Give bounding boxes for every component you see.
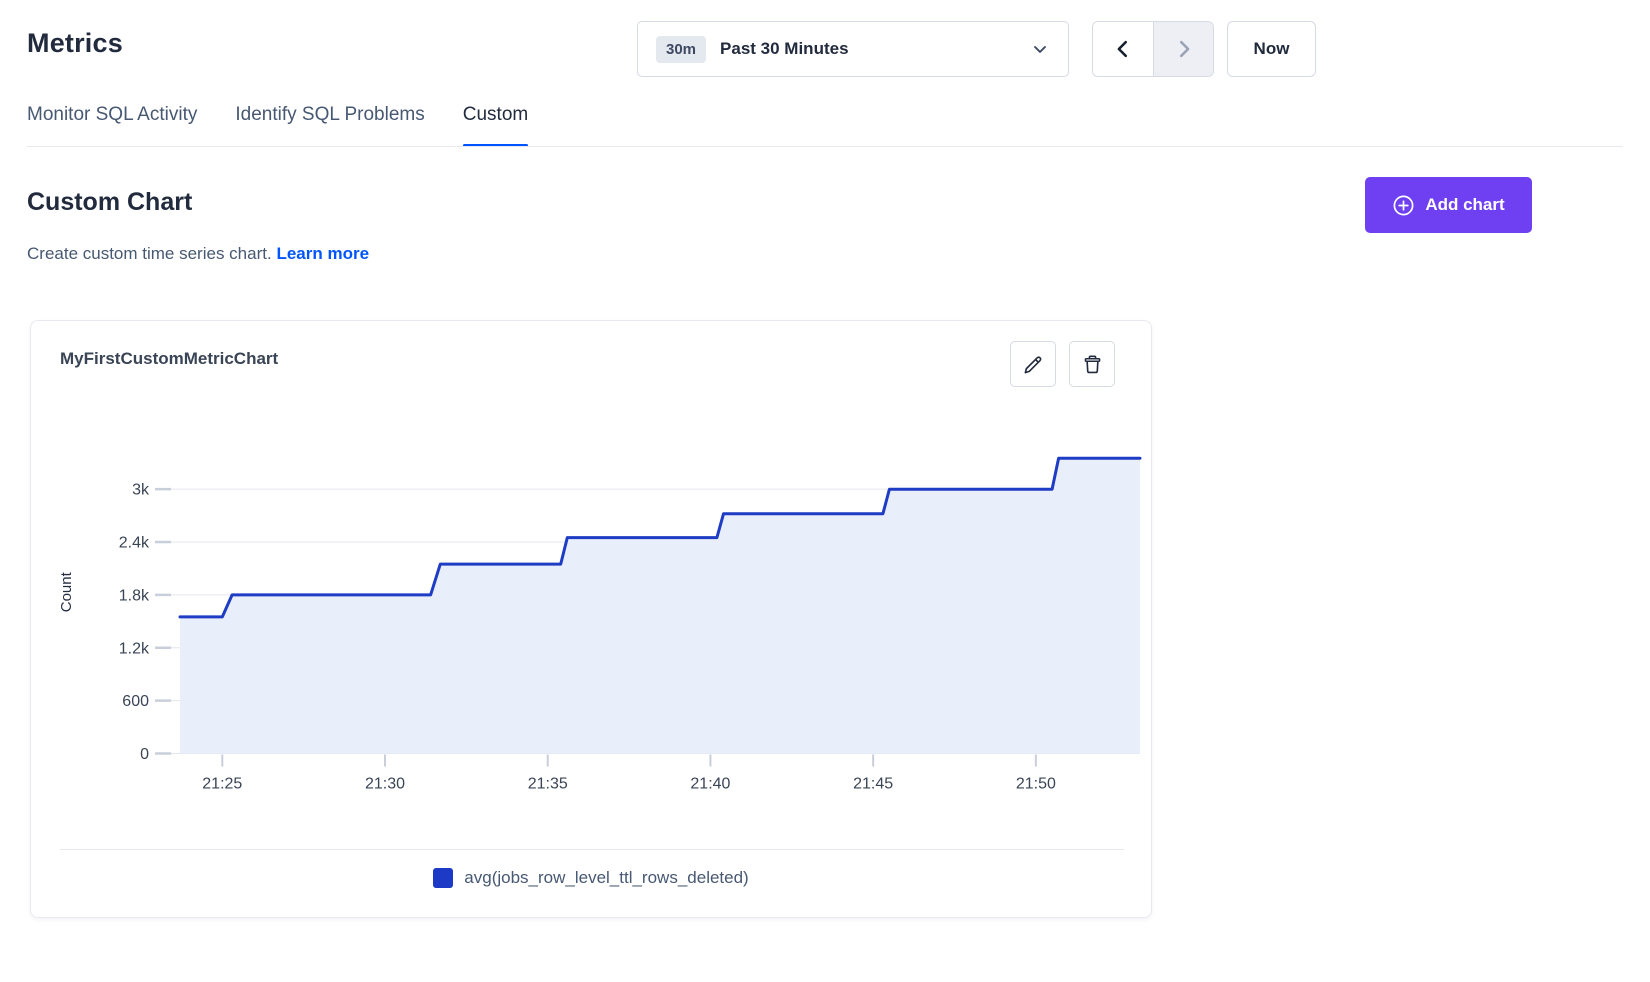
chart-title: MyFirstCustomMetricChart <box>60 349 278 369</box>
plus-circle-icon <box>1392 194 1415 217</box>
svg-text:1.8k: 1.8k <box>119 587 150 604</box>
add-chart-label: Add chart <box>1425 195 1504 215</box>
svg-text:2.4k: 2.4k <box>119 535 150 552</box>
svg-text:600: 600 <box>122 693 149 710</box>
add-chart-button[interactable]: Add chart <box>1365 177 1532 233</box>
tab-identify-sql-problems[interactable]: Identify SQL Problems <box>235 104 424 146</box>
tab-bar: Monitor SQL Activity Identify SQL Proble… <box>27 104 528 146</box>
previous-range-button[interactable] <box>1093 22 1153 76</box>
chevron-down-icon <box>1030 39 1050 59</box>
pencil-icon <box>1022 353 1045 376</box>
svg-text:21:35: 21:35 <box>528 776 568 793</box>
edit-chart-button[interactable] <box>1010 341 1056 387</box>
learn-more-link[interactable]: Learn more <box>276 244 369 263</box>
svg-text:3k: 3k <box>132 482 150 499</box>
next-range-button[interactable] <box>1153 22 1213 76</box>
tab-monitor-sql-activity[interactable]: Monitor SQL Activity <box>27 104 197 146</box>
svg-text:21:25: 21:25 <box>202 776 242 793</box>
tabs-divider <box>27 146 1623 147</box>
page-title: Metrics <box>27 28 123 59</box>
svg-text:21:50: 21:50 <box>1016 776 1056 793</box>
svg-text:21:45: 21:45 <box>853 776 893 793</box>
tab-custom[interactable]: Custom <box>463 104 528 146</box>
legend-item[interactable]: avg(jobs_row_level_ttl_rows_deleted) <box>31 868 1151 888</box>
svg-text:Count: Count <box>58 571 75 612</box>
custom-chart-card: MyFirstCustomMetricChart 0 600 1.2k 1.8k 2.4… <box>30 320 1152 918</box>
chevron-left-icon <box>1112 38 1134 60</box>
svg-text:1.2k: 1.2k <box>119 640 150 657</box>
svg-text:21:40: 21:40 <box>690 776 730 793</box>
card-divider <box>60 849 1124 850</box>
svg-text:21:30: 21:30 <box>365 776 405 793</box>
now-button[interactable]: Now <box>1227 21 1316 77</box>
legend-label: avg(jobs_row_level_ttl_rows_deleted) <box>464 868 748 888</box>
legend-swatch <box>433 868 453 888</box>
delete-chart-button[interactable] <box>1069 341 1115 387</box>
description-text: Create custom time series chart. <box>27 244 272 263</box>
chevron-right-icon <box>1173 38 1195 60</box>
time-nav-group <box>1092 21 1214 77</box>
time-range-badge: 30m <box>656 36 706 63</box>
trash-icon <box>1081 353 1104 376</box>
time-range-select[interactable]: 30m Past 30 Minutes <box>637 21 1069 77</box>
time-range-label: Past 30 Minutes <box>720 39 849 59</box>
section-heading: Custom Chart <box>27 188 192 217</box>
custom-chart-plot: 0 600 1.2k 1.8k 2.4k 3k 21:25 21:30 21:35 21:40 21… <box>31 424 1153 804</box>
svg-text:0: 0 <box>140 746 149 763</box>
section-description: Create custom time series chart. Learn m… <box>27 244 369 264</box>
